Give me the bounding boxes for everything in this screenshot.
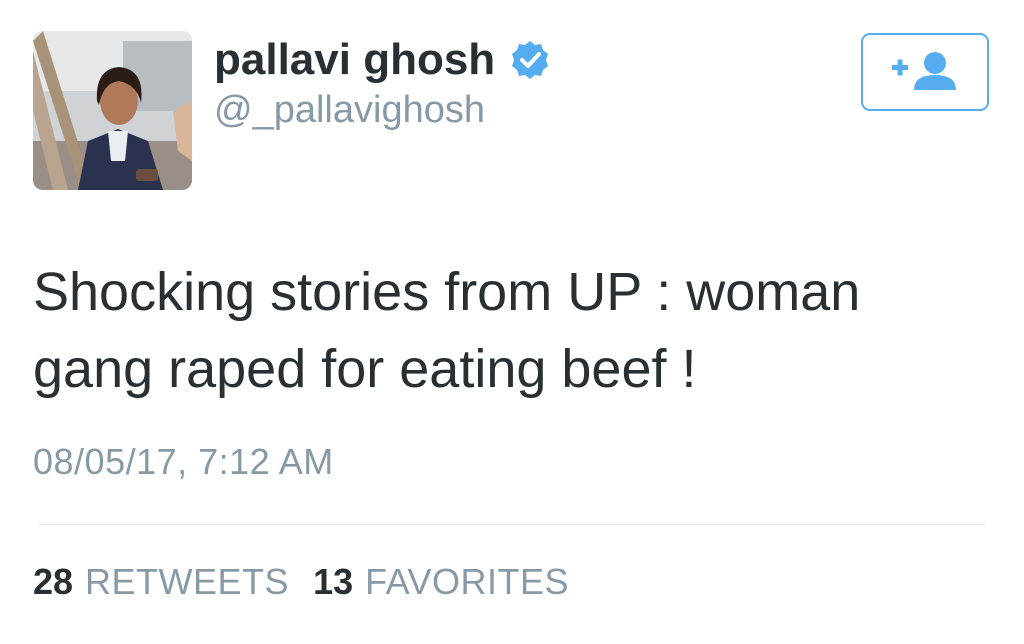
favorites-count: 13 [313,561,354,602]
display-name-text: pallavi ghosh [214,35,496,84]
favorites-stat[interactable]: 13 FAVORITES [313,560,569,604]
tweet-text: Shocking stories from UP : woman gang ra… [33,254,993,408]
favorites-label: FAVORITES [365,561,569,602]
tweet-stats: 28 RETWEETS 13 FAVORITES [33,560,593,604]
follow-button[interactable] [861,33,989,111]
avatar[interactable] [33,31,192,190]
author-handle[interactable]: @_pallavighosh [214,88,485,132]
retweets-stat[interactable]: 28 RETWEETS [33,560,289,604]
author-display-name[interactable]: pallavi ghosh [214,36,551,84]
follow-user-icon [892,50,958,95]
avatar-photo [33,31,192,190]
divider [38,524,986,525]
tweet-timestamp[interactable]: 08/05/17, 7:12 AM [33,440,334,484]
verified-badge-icon [509,39,551,81]
tweet-text-line: gang raped for eating beef ! [33,339,697,399]
tweet-text-line: Shocking stories from UP : woman [33,262,861,322]
retweets-label: RETWEETS [85,561,290,602]
retweets-count: 28 [33,561,74,602]
